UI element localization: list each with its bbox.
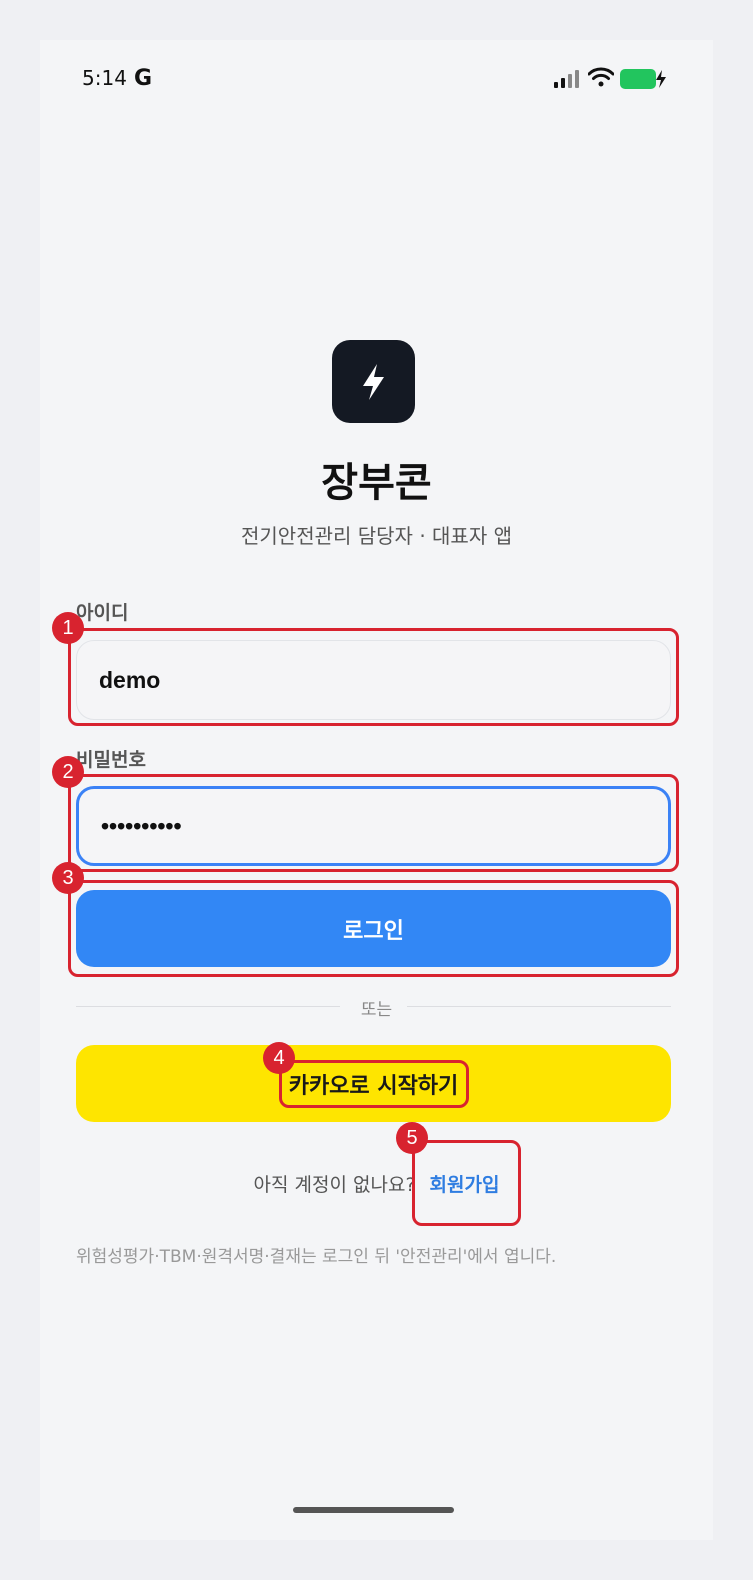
annotation-box-4 — [279, 1060, 469, 1108]
app-subtitle: 전기안전관리 담당자 · 대표자 앱 — [241, 524, 512, 548]
annotation-box-5 — [412, 1140, 521, 1226]
id-label: 아이디 — [76, 602, 129, 624]
lightning-bolt-icon — [363, 364, 384, 400]
app-title: 장부콘 — [321, 460, 432, 506]
annotation-badge-1: 1 — [52, 612, 84, 644]
signup-row: 아직 계정이 없나요? 회원가입 — [40, 1170, 713, 1197]
annotation-badge-5: 5 — [396, 1122, 428, 1154]
annotation-box-3 — [68, 880, 679, 977]
divider-text: 또는 — [360, 1000, 393, 1020]
divider-right — [407, 1006, 671, 1007]
wifi-icon — [588, 67, 614, 87]
divider-left — [76, 1006, 340, 1007]
password-label: 비밀번호 — [76, 749, 146, 771]
app-logo — [332, 340, 415, 423]
google-notification-icon: G — [134, 66, 153, 91]
annotation-badge-4: 4 — [263, 1042, 295, 1074]
annotation-box-2 — [68, 774, 679, 872]
signup-prompt: 아직 계정이 없나요? — [253, 1174, 416, 1196]
home-indicator — [293, 1507, 454, 1513]
status-time: 5:14 — [82, 66, 127, 90]
annotation-badge-2: 2 — [52, 756, 84, 788]
annotation-box-1 — [68, 628, 679, 726]
annotation-badge-3: 3 — [52, 862, 84, 894]
battery-charging-icon — [620, 69, 666, 89]
footnote: 위험성평가·TBM·원격서명·결재는 로그인 뒤 '안전관리'에서 엽니다. — [76, 1247, 557, 1267]
signal-icon — [554, 70, 579, 88]
